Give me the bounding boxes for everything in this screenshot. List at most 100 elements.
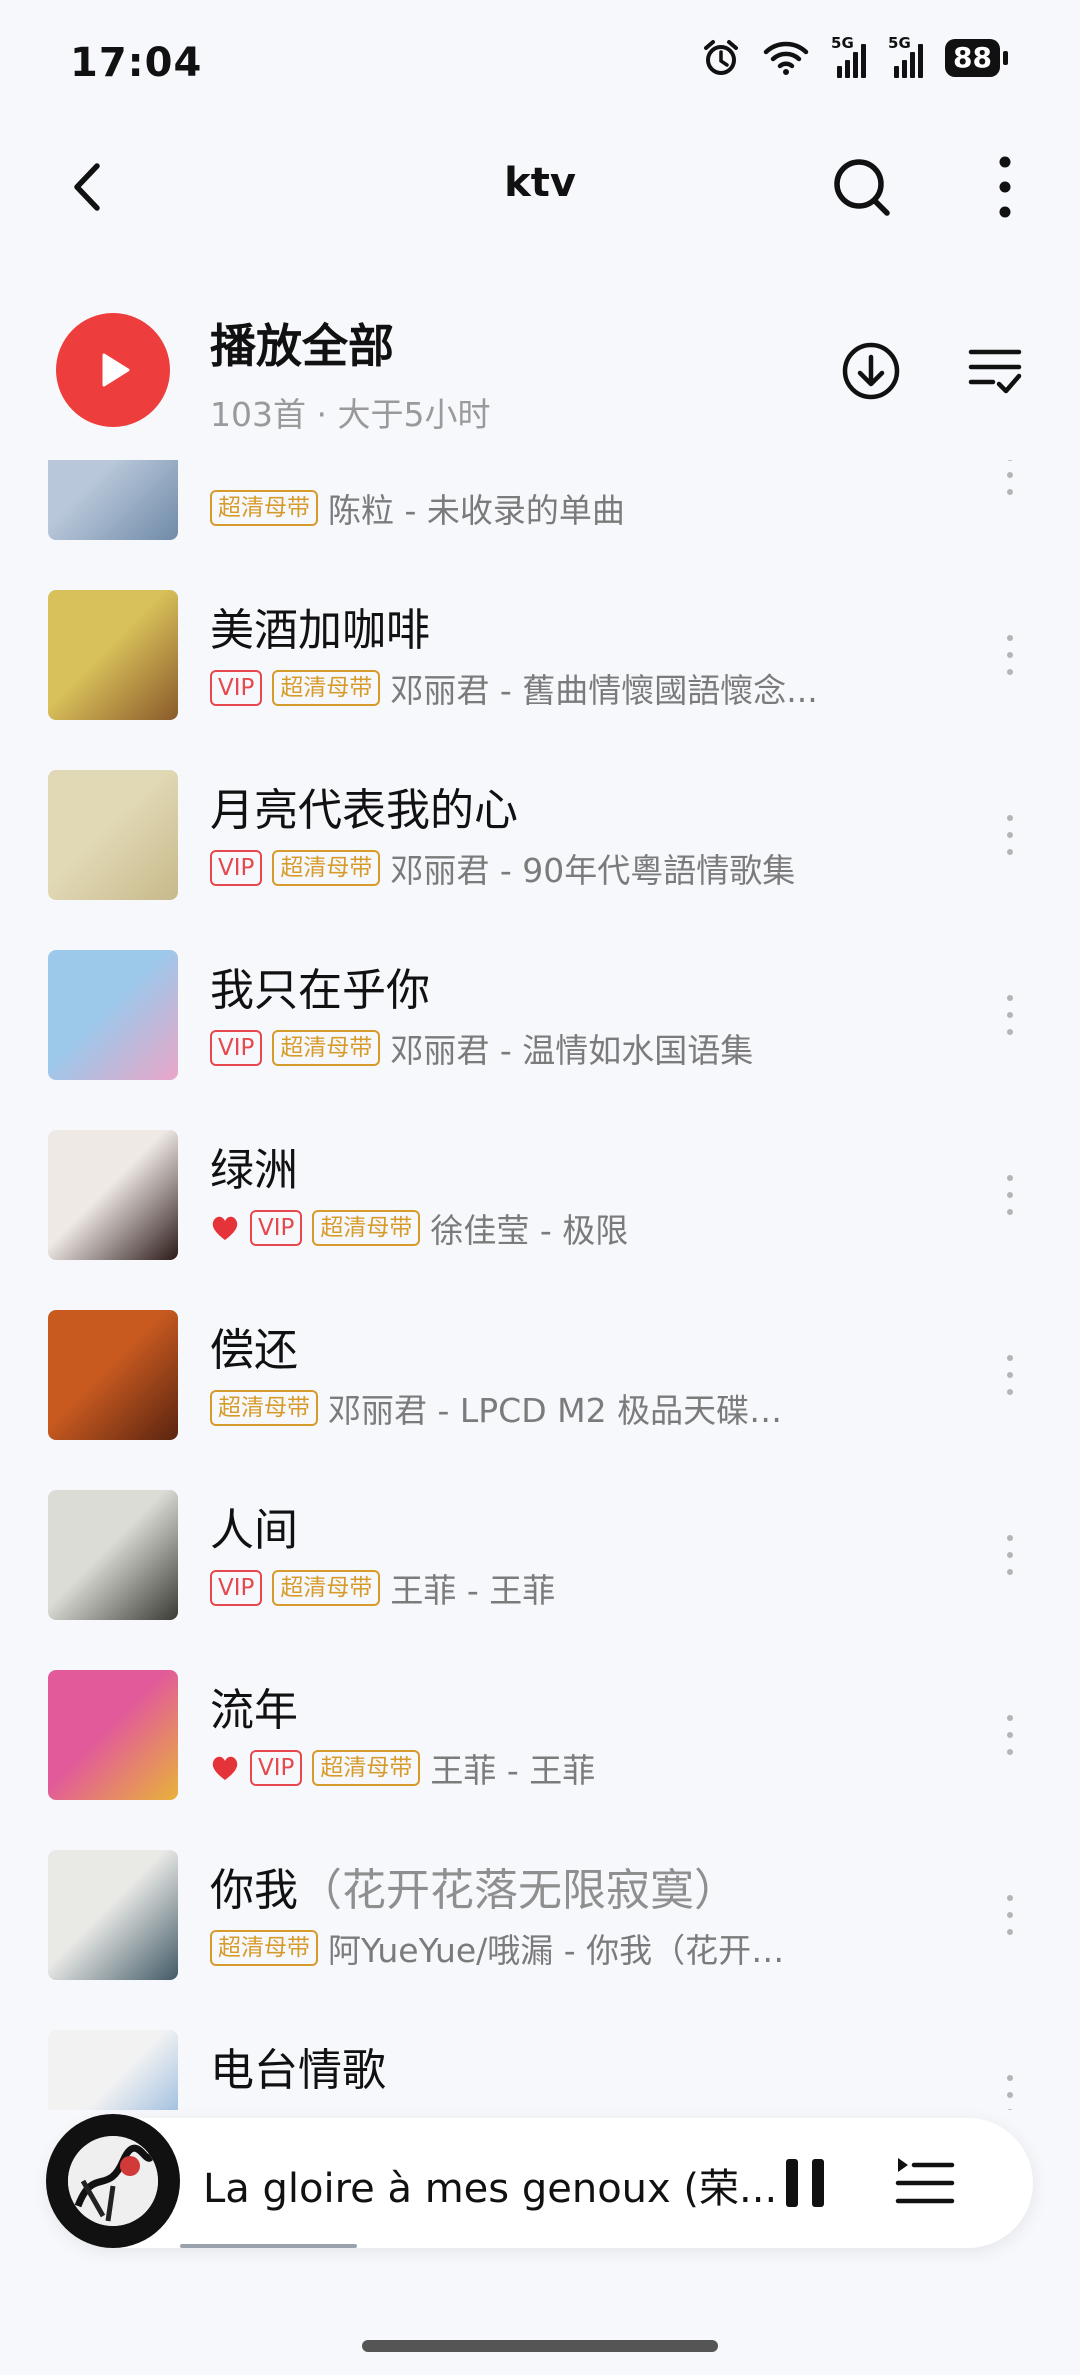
app-screen: 17:04 5G 5G 88 ktv 播放全部 103首 · 大于5小时 超清母… — [0, 0, 1080, 2375]
more-dot-icon — [1007, 1929, 1013, 1935]
song-meta: 超清母带 阿YueYue/哦漏 - 你我（花开花... — [210, 1926, 788, 1970]
song-title-text: 我只在乎你 — [210, 965, 430, 1016]
song-row[interactable]: 月亮代表我的心 VIP 超清母带 邓丽君 - 90年代粵語情歌集 — [0, 730, 1080, 910]
more-dot-icon — [1007, 652, 1013, 658]
more-options-button[interactable] — [975, 150, 1035, 225]
more-dot-icon — [1007, 669, 1013, 675]
heart-icon[interactable] — [210, 1213, 240, 1243]
album-cover[interactable] — [48, 2030, 178, 2110]
song-row[interactable]: 电台情歌 VIP超清母带莫文蔚 - 做自己 — [0, 1990, 1080, 2110]
song-artist-album: 邓丽君 - 温情如水国语集 — [390, 1031, 754, 1070]
album-cover[interactable] — [48, 590, 178, 720]
more-dot-icon — [1007, 1029, 1013, 1035]
album-cover[interactable] — [48, 1310, 178, 1440]
song-title: 我只在乎你 — [210, 954, 430, 1018]
vip-badge: VIP — [210, 1030, 263, 1066]
song-list-content: 超清母带 陈粒 - 未收录的单曲 美酒加咖啡 VIP 超清母带 邓丽君 - 舊曲情懷國… — [0, 460, 1080, 2110]
vip-badge: VIP — [250, 1210, 303, 1246]
song-row[interactable]: 偿还 超清母带 邓丽君 - LPCD M2 极品天碟 邓... — [0, 1270, 1080, 1450]
more-dot-icon — [1007, 1912, 1013, 1918]
song-row[interactable]: 我只在乎你 VIP 超清母带 邓丽君 - 温情如水国语集 — [0, 910, 1080, 1090]
album-cover[interactable] — [48, 1490, 178, 1620]
song-more-button[interactable] — [995, 460, 1025, 510]
hq-master-badge: 超清母带 — [272, 1570, 381, 1606]
song-title: 电台情歌 — [210, 2034, 386, 2098]
pause-icon — [786, 2159, 824, 2207]
wifi-icon — [763, 41, 809, 75]
network-label-2: 5G — [888, 34, 911, 52]
song-more-button[interactable] — [995, 1700, 1025, 1770]
vip-badge: VIP — [210, 1570, 263, 1606]
play-icon — [102, 353, 130, 387]
song-more-button[interactable] — [995, 1340, 1025, 1410]
more-dot-icon — [1007, 832, 1013, 838]
play-all-title[interactable]: 播放全部 — [210, 310, 394, 376]
play-all-button[interactable] — [56, 313, 170, 427]
song-meta: VIP 超清母带 王菲 - 王菲 — [210, 1566, 555, 1610]
heart-icon[interactable] — [210, 1753, 240, 1783]
album-cover[interactable] — [48, 460, 178, 540]
playlist-summary: 103首 · 大于5小时 — [210, 395, 491, 434]
multi-select-button[interactable] — [965, 340, 1025, 400]
song-more-button[interactable] — [995, 800, 1025, 870]
mini-player[interactable]: La gloire à mes genoux (荣... — [46, 2114, 1033, 2248]
signal-icon-2: 5G — [888, 34, 924, 78]
song-artist-album: 阿YueYue/哦漏 - 你我（花开花... — [328, 1931, 788, 1970]
song-row[interactable]: 人间 VIP 超清母带 王菲 - 王菲 — [0, 1450, 1080, 1630]
search-icon — [834, 159, 890, 216]
song-artist-album: 邓丽君 - 舊曲情懷國語懷念... — [390, 671, 818, 710]
hq-master-badge: 超清母带 — [210, 490, 318, 526]
song-more-button[interactable] — [995, 620, 1025, 690]
search-button[interactable] — [825, 150, 900, 225]
song-more-button[interactable] — [995, 2060, 1025, 2110]
hq-master-badge: 超清母带 — [312, 1210, 421, 1246]
album-cover[interactable] — [48, 950, 178, 1080]
song-more-button[interactable] — [995, 980, 1025, 1050]
song-row[interactable]: 美酒加咖啡 VIP 超清母带 邓丽君 - 舊曲情懷國語懷念... — [0, 550, 1080, 730]
song-meta: VIP 超清母带 邓丽君 - 舊曲情懷國語懷念... — [210, 666, 818, 710]
song-title-text: 电台情歌 — [210, 2045, 386, 2096]
more-dot-icon — [1007, 1175, 1013, 1181]
song-artist-album: 邓丽君 - LPCD M2 极品天碟 邓... — [328, 1391, 788, 1430]
song-title-text: 你我 — [210, 1865, 298, 1916]
more-dot-icon — [1007, 849, 1013, 855]
more-dot-icon — [1007, 2109, 1013, 2110]
song-row[interactable]: 绿洲 VIP 超清母带 徐佳莹 - 极限 — [0, 1090, 1080, 1270]
song-meta: VIP超清母带莫文蔚 - 做自己 — [210, 2106, 621, 2110]
download-button[interactable] — [838, 338, 904, 404]
song-more-button[interactable] — [995, 1880, 1025, 1950]
album-cover[interactable] — [48, 1670, 178, 1800]
more-dot-icon — [1007, 1535, 1013, 1541]
more-dot-icon — [1007, 1715, 1013, 1721]
more-dot-icon — [1007, 1569, 1013, 1575]
playlist-button[interactable] — [894, 2153, 956, 2213]
battery-indicator: 88 — [945, 39, 1008, 77]
song-title-text: 美酒加咖啡 — [210, 605, 430, 656]
now-playing-cover[interactable] — [46, 2114, 180, 2248]
more-dot-icon — [1007, 1012, 1013, 1018]
song-more-button[interactable] — [995, 1520, 1025, 1590]
more-dot-icon — [1007, 1355, 1013, 1361]
hq-master-badge: 超清母带 — [272, 670, 381, 706]
song-more-button[interactable] — [995, 1160, 1025, 1230]
song-row[interactable]: 超清母带 陈粒 - 未收录的单曲 — [0, 460, 1080, 550]
top-nav: ktv — [0, 130, 1080, 245]
more-dot-icon — [1007, 635, 1013, 641]
album-cover[interactable] — [48, 770, 178, 900]
pause-button[interactable] — [776, 2153, 836, 2213]
song-title-text: 人间 — [210, 1505, 298, 1556]
more-dot-icon — [1007, 1895, 1013, 1901]
song-row[interactable]: 流年 VIP 超清母带 王菲 - 王菲 — [0, 1630, 1080, 1810]
song-list[interactable]: 超清母带 陈粒 - 未收录的单曲 美酒加咖啡 VIP 超清母带 邓丽君 - 舊曲情懷國… — [0, 460, 1080, 2110]
album-cover[interactable] — [48, 1850, 178, 1980]
song-title: 月亮代表我的心 — [210, 774, 518, 838]
now-playing-title[interactable]: La gloire à mes genoux (荣... — [203, 2156, 777, 2214]
album-cover[interactable] — [48, 1130, 178, 1260]
song-title: 你我（花开花落无限寂寞） — [210, 1854, 738, 1918]
song-title: 人间 — [210, 1494, 298, 1558]
home-indicator[interactable] — [362, 2340, 718, 2352]
song-row[interactable]: 你我（花开花落无限寂寞） 超清母带 阿YueYue/哦漏 - 你我（花开花... — [0, 1810, 1080, 1990]
song-title: 绿洲 — [210, 1134, 298, 1198]
song-artist-album: 邓丽君 - 90年代粵語情歌集 — [390, 851, 796, 890]
page-title: ktv — [504, 160, 576, 206]
